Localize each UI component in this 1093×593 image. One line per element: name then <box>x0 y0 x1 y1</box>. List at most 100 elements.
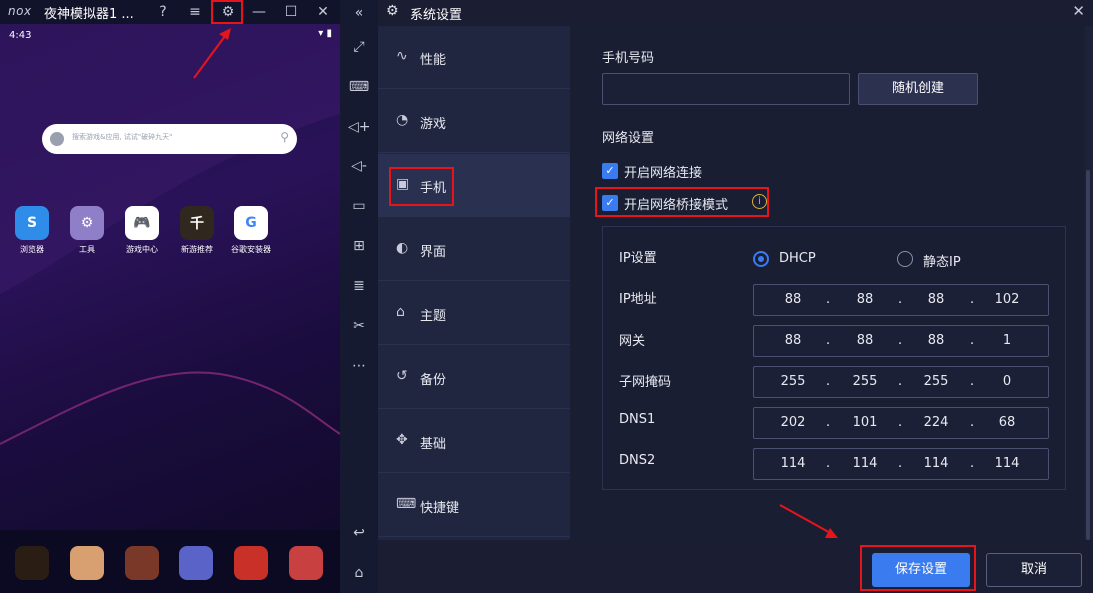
nav-label: 主题 <box>420 309 447 324</box>
network-settings-label: 网络设置 <box>602 131 655 146</box>
screen-icon[interactable]: ▭ <box>348 195 370 217</box>
emulator-title: 夜神模拟器1 ... <box>44 7 134 22</box>
octet: 0 <box>1002 374 1012 389</box>
nav-label: 基础 <box>420 437 447 452</box>
nav-item-interface[interactable]: ◐ 界面 <box>378 218 570 281</box>
settings-title: 系统设置 <box>410 8 463 23</box>
subnet-mask-field[interactable]: 255 . 255 . 255 . 0 <box>753 366 1049 398</box>
game-poster-icon: 千 <box>180 206 214 240</box>
highlight-box-phone-nav <box>389 167 454 206</box>
octet-dot: . <box>826 456 831 471</box>
back-icon[interactable]: ↩ <box>348 522 370 544</box>
settings-title-bar: ⚙ 系统设置 ✕ <box>378 0 1093 26</box>
nav-item-backup[interactable]: ↺ 备份 <box>378 346 570 409</box>
app-tools[interactable]: ⚙ 工具 <box>63 206 111 255</box>
nav-label: 游戏 <box>420 117 447 132</box>
wallpaper <box>0 24 340 445</box>
search-icon[interactable]: ⚲ <box>280 130 289 144</box>
shirt-icon: ⌂ <box>396 304 405 320</box>
keyboard-mapping-icon[interactable]: ⌨ <box>348 76 370 98</box>
random-create-button[interactable]: 随机创建 <box>858 73 978 105</box>
dns1-label: DNS1 <box>619 412 656 427</box>
octet-dot: . <box>898 292 903 307</box>
emulator-side-toolbar: « ⤢ ⌨ ◁+ ◁- ▭ ⊞ ≣ ✂ ⋯ ↩ ⌂ <box>340 0 378 593</box>
dock-app-icon[interactable] <box>15 546 49 580</box>
search-bar[interactable]: 搜索游戏&应用, 试试"破碎九天" ⚲ <box>42 124 297 154</box>
close-icon[interactable]: ✕ <box>1072 2 1085 20</box>
puzzle-icon: ✥ <box>396 432 408 448</box>
phone-number-label: 手机号码 <box>602 51 655 66</box>
ip-address-field[interactable]: 88 . 88 . 88 . 102 <box>753 284 1049 316</box>
nav-item-shortcuts[interactable]: ⌨ 快捷键 <box>378 474 570 537</box>
dock-app-icon[interactable] <box>125 546 159 580</box>
app-label: 谷歌安装器 <box>231 245 271 254</box>
more-icon[interactable]: ⋯ <box>348 355 370 377</box>
app-game-center[interactable]: 🎮 游戏中心 <box>118 206 166 255</box>
dock-app-icon[interactable] <box>234 546 268 580</box>
app-label: 游戏中心 <box>126 245 158 254</box>
octet: 88 <box>856 292 874 307</box>
octet-dot: . <box>826 292 831 307</box>
network-config-box: IP设置 DHCP 静态IP IP地址 88 . 88 . 88 . 102 网… <box>602 226 1066 490</box>
highlight-box-bridge <box>595 187 769 217</box>
volume-up-icon[interactable]: ◁+ <box>348 116 371 138</box>
cancel-button[interactable]: 取消 <box>986 553 1082 587</box>
app-new-games[interactable]: 千 新游推荐 <box>173 206 221 255</box>
subnet-mask-label: 子网掩码 <box>619 375 672 390</box>
gateway-field[interactable]: 88 . 88 . 88 . 1 <box>753 325 1049 357</box>
gamepad-icon: 🎮 <box>125 206 159 240</box>
minimize-icon[interactable]: — <box>249 2 269 22</box>
dock-app-icon[interactable] <box>70 546 104 580</box>
octet: 88 <box>927 292 945 307</box>
octet-dot: . <box>970 374 975 389</box>
nav-label: 性能 <box>420 53 447 68</box>
highlight-box-gear <box>211 0 243 24</box>
dock-app-icon[interactable] <box>289 546 323 580</box>
dock-app-icon[interactable] <box>179 546 213 580</box>
octet: 114 <box>923 456 949 471</box>
scissors-icon[interactable]: ✂ <box>348 315 370 337</box>
ip-address-label: IP地址 <box>619 292 657 307</box>
tools-icon: ⚙ <box>70 206 104 240</box>
enable-network-checkbox[interactable]: ✓ <box>602 163 618 179</box>
content-scrollbar[interactable] <box>1086 170 1090 540</box>
dhcp-label: DHCP <box>779 251 816 266</box>
collapse-icon[interactable]: « <box>348 2 370 24</box>
performance-icon: ∿ <box>396 48 408 64</box>
android-screen: 4:43 ▾ ▮ 搜索游戏&应用, 试试"破碎九天" ⚲ S 浏览器 ⚙ 工具 … <box>0 24 340 530</box>
nav-item-theme[interactable]: ⌂ 主题 <box>378 282 570 345</box>
close-icon[interactable]: ✕ <box>313 2 333 22</box>
help-icon[interactable]: ? <box>153 2 173 22</box>
octet: 255 <box>852 374 878 389</box>
apk-install-icon[interactable]: ⊞ <box>348 235 370 257</box>
app-google-installer[interactable]: G 谷歌安装器 <box>227 206 275 255</box>
ip-settings-label: IP设置 <box>619 251 657 266</box>
static-ip-radio[interactable] <box>897 251 913 267</box>
volume-down-icon[interactable]: ◁- <box>348 155 370 177</box>
app-browser[interactable]: S 浏览器 <box>8 206 56 255</box>
octet: 114 <box>994 456 1020 471</box>
home-icon[interactable]: ⌂ <box>348 562 370 584</box>
fullscreen-icon[interactable]: ⤢ <box>348 36 370 58</box>
maximize-icon[interactable]: ☐ <box>281 2 301 22</box>
menu-icon[interactable]: ≡ <box>185 2 205 22</box>
dns1-field[interactable]: 202 . 101 . 224 . 68 <box>753 407 1049 439</box>
phone-number-input[interactable] <box>602 73 850 105</box>
status-time: 4:43 <box>9 30 32 41</box>
dns2-field[interactable]: 114 . 114 . 114 . 114 <box>753 448 1049 480</box>
nav-item-performance[interactable]: ∿ 性能 <box>378 26 570 89</box>
keyboard-icon: ⌨ <box>396 496 417 512</box>
nox-logo: nox <box>8 4 32 18</box>
nav-item-basic[interactable]: ✥ 基础 <box>378 410 570 473</box>
dhcp-radio[interactable] <box>753 251 769 267</box>
nav-item-game[interactable]: ◔ 游戏 <box>378 90 570 153</box>
octet: 224 <box>923 415 949 430</box>
multi-instance-icon[interactable]: ≣ <box>348 275 370 297</box>
octet: 88 <box>784 292 802 307</box>
nav-label: 快捷键 <box>420 501 460 516</box>
octet: 255 <box>923 374 949 389</box>
gear-icon: ⚙ <box>386 3 399 19</box>
octet-dot: . <box>898 415 903 430</box>
google-icon: G <box>234 206 268 240</box>
app-label: 浏览器 <box>20 245 44 254</box>
